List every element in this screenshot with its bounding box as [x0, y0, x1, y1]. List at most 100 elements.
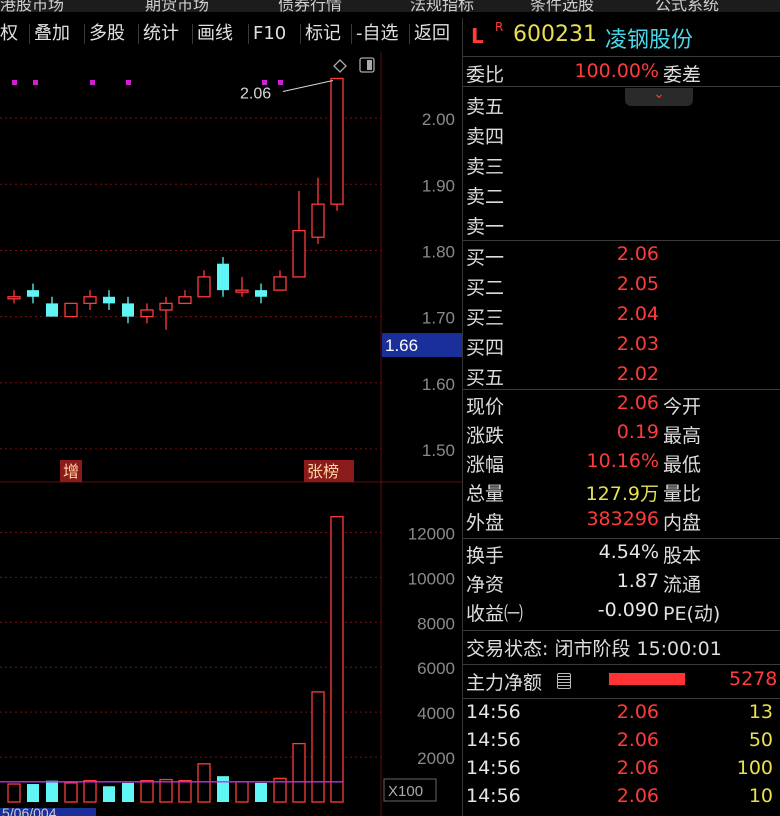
trade-status: 交易状态: 闭市阶段 15:00:01 — [466, 638, 722, 660]
quote-label: 现价 — [466, 396, 505, 418]
candle-body[interactable] — [83, 296, 97, 305]
candle-body[interactable] — [27, 290, 39, 297]
quote-label-2: 量比 — [663, 483, 702, 505]
panel-divider — [463, 389, 780, 390]
bid-level-label: 买五 — [466, 367, 505, 389]
candle-body[interactable] — [235, 289, 249, 293]
quote-value: 10.16% — [586, 450, 659, 472]
price-tick-label: 1.90 — [422, 176, 455, 195]
main-force-value: 5278 — [729, 668, 778, 690]
toolbar-separator — [300, 24, 301, 44]
signal-dot — [262, 80, 267, 85]
quote-label-2: 今开 — [663, 396, 702, 418]
top-menu-item[interactable]: 港股市场 — [0, 0, 64, 12]
volume-bar[interactable] — [311, 691, 325, 803]
tick-volume: 10 — [748, 785, 773, 807]
kline-chart[interactable]: 2.00 1.90 1.80 1.70 1.60 1.50 2.06 1.66 增 张榜 12000… — [0, 52, 462, 816]
fundamental-label: 换手 — [466, 545, 505, 567]
volume-bar[interactable] — [122, 782, 134, 802]
candle-body[interactable] — [7, 296, 21, 300]
fundamental-label: 净资 — [466, 574, 505, 596]
fundamental-label-2: 股本 — [663, 545, 702, 567]
quote-value: 383296 — [586, 508, 659, 530]
volume-tick-label: 6000 — [417, 659, 455, 678]
diamond-icon[interactable] — [333, 59, 347, 73]
toolbar-button[interactable]: 多股 — [89, 18, 125, 50]
candle-body[interactable] — [159, 302, 173, 311]
volume-bar[interactable] — [330, 516, 344, 803]
ask-level-label: 卖三 — [466, 156, 505, 178]
weibi-value: 100.00% — [574, 60, 659, 82]
bid-level-price: 2.05 — [616, 273, 659, 295]
toolbar-button[interactable]: 权 — [0, 18, 18, 50]
price-tick-label: 2.00 — [422, 110, 455, 129]
candle-body[interactable] — [140, 309, 154, 318]
top-menu-strip: 港股市场 期货市场 债券行情 法规指标 条件选股 公式系统 — [0, 0, 780, 12]
volume-bar[interactable] — [159, 778, 173, 803]
bid-level-price: 2.03 — [616, 333, 659, 355]
candle-body[interactable] — [197, 276, 211, 298]
candle-body[interactable] — [255, 290, 267, 297]
volume-bar[interactable] — [7, 783, 21, 803]
toolbar-button[interactable]: -自选 — [356, 18, 399, 50]
candle-body[interactable] — [46, 303, 58, 317]
toolbar-button[interactable]: 返回 — [414, 18, 450, 50]
candle-body[interactable] — [103, 296, 115, 304]
toolbar-button[interactable]: 统计 — [143, 18, 179, 50]
volume-bar[interactable] — [235, 781, 249, 803]
candle-body[interactable] — [178, 296, 192, 305]
price-tick-label: 1.50 — [422, 441, 455, 460]
bid-level-price: 2.04 — [616, 303, 659, 325]
high-price-pointer — [282, 79, 334, 92]
volume-bar[interactable] — [46, 780, 58, 802]
volume-bar[interactable] — [140, 780, 154, 803]
candle-body[interactable] — [64, 302, 78, 318]
event-marker-label[interactable]: 张榜 — [307, 462, 339, 481]
tick-volume: 50 — [748, 729, 773, 751]
top-menu-item[interactable]: 期货市场 — [145, 0, 209, 12]
top-menu-item[interactable]: 条件选股 — [530, 0, 594, 12]
volume-bar[interactable] — [64, 782, 78, 803]
volume-bar[interactable] — [292, 742, 306, 803]
signal-dot — [126, 80, 131, 85]
main-force-bar — [609, 673, 685, 685]
top-menu-item[interactable]: 债券行情 — [278, 0, 342, 12]
candle-body[interactable] — [217, 263, 229, 291]
toolbar-button[interactable]: 叠加 — [34, 18, 70, 50]
toolbar-separator — [138, 24, 139, 44]
quote-label: 外盘 — [466, 512, 505, 534]
volume-tick-label: 10000 — [408, 569, 455, 588]
toolbar-button[interactable]: 标记 — [305, 18, 341, 50]
stock-badge-l: L — [471, 24, 484, 48]
volume-bar[interactable] — [103, 786, 115, 802]
toolbar-separator — [84, 24, 85, 44]
volume-bar[interactable] — [178, 780, 192, 803]
panel-divider — [463, 56, 780, 57]
quote-value: 2.06 — [616, 392, 659, 414]
volume-bar[interactable] — [197, 763, 211, 803]
top-menu-item[interactable]: 法规指标 — [410, 0, 474, 12]
expand-chevron-icon[interactable]: ⌄ — [625, 87, 693, 106]
volume-bar[interactable] — [217, 776, 229, 802]
panel-divider — [463, 664, 780, 665]
event-marker-label[interactable]: 增 — [63, 462, 79, 481]
toolbar-button[interactable]: F10 — [253, 18, 286, 50]
candle-body[interactable] — [273, 276, 287, 291]
tick-volume: 13 — [748, 701, 773, 723]
candle-body[interactable] — [292, 229, 306, 278]
candle-body[interactable] — [122, 303, 134, 317]
top-menu-item[interactable]: 公式系统 — [655, 0, 719, 12]
volume-bar[interactable] — [255, 782, 267, 802]
ask-level-label: 卖一 — [466, 216, 505, 238]
signal-dot — [278, 80, 283, 85]
candle-body[interactable] — [330, 77, 344, 205]
volume-bar[interactable] — [27, 784, 39, 802]
bid-level-price: 2.02 — [616, 363, 659, 385]
volume-bar[interactable] — [83, 780, 97, 803]
candle-body[interactable] — [311, 203, 325, 238]
toolbar-separator — [409, 24, 410, 44]
list-icon[interactable] — [557, 673, 571, 689]
toolbar-button[interactable]: 画线 — [197, 18, 233, 50]
volume-unit-label: X100 — [388, 783, 423, 800]
tick-price: 2.06 — [616, 785, 659, 807]
